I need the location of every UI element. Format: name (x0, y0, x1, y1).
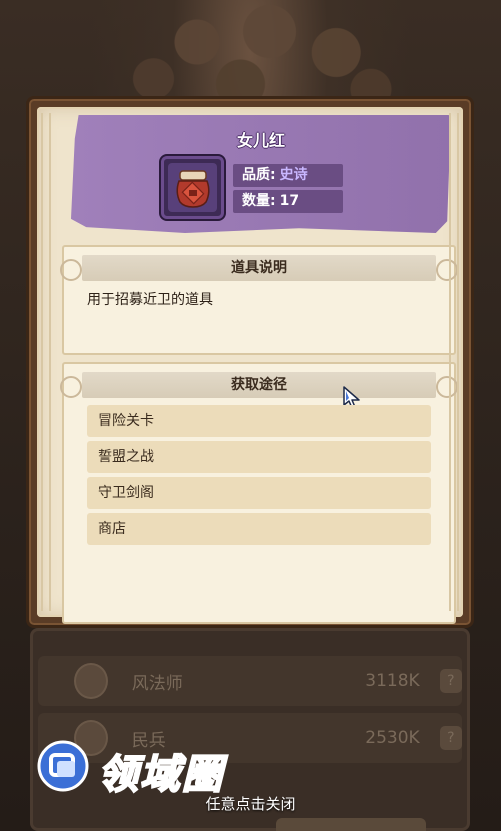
item-name: 女儿红 (236, 131, 285, 150)
background-row-name: 风法师 (131, 673, 183, 694)
background-button (276, 818, 426, 831)
count-stat: 数量: 17 (233, 190, 343, 213)
dialog-parchment: 女儿红 品质: 史诗 数量: 17 道具说明 用于招募近卫的道具 获取途径 冒险… (37, 107, 463, 624)
watermark-logo-icon (37, 740, 89, 792)
source-item-shop[interactable]: 商店 (87, 513, 431, 545)
sources-title: 获取途径 (60, 372, 458, 409)
source-item-adventure[interactable]: 冒险关卡 (87, 405, 431, 437)
description-section: 道具说明 用于招募近卫的道具 (60, 245, 458, 355)
background-row: 风法师 3118K ? (38, 656, 463, 706)
help-icon: ? (439, 726, 463, 750)
item-icon-frame (161, 156, 224, 219)
quality-stat: 品质: 史诗 (233, 164, 343, 187)
close-hint[interactable]: 任意点击关闭 (0, 793, 501, 814)
quality-value: 史诗 (279, 167, 308, 183)
help-icon: ? (439, 669, 463, 693)
background-character-art (110, 0, 400, 105)
description-text: 用于招募近卫的道具 (87, 292, 213, 308)
watermark-text: 领域圈 (97, 751, 224, 799)
count-label: 数量: (242, 193, 276, 209)
quality-label: 品质: (242, 167, 276, 183)
wine-jar-icon (176, 169, 209, 208)
description-title: 道具说明 (60, 255, 458, 281)
source-item-guard-pass[interactable]: 守卫剑阁 (87, 477, 431, 509)
background-row-power: 2530K (365, 728, 420, 748)
item-info-dialog: 女儿红 品质: 史诗 数量: 17 道具说明 用于招募近卫的道具 获取途径 冒险… (26, 96, 474, 628)
source-item-oath-battle[interactable]: 誓盟之战 (87, 441, 431, 473)
avatar (74, 663, 108, 699)
background-row-power: 3118K (365, 671, 420, 691)
watermark: 领域圈 (32, 740, 282, 799)
sources-section: 获取途径 冒险关卡 誓盟之战 守卫剑阁 商店 (60, 362, 458, 624)
count-value: 17 (279, 193, 300, 209)
